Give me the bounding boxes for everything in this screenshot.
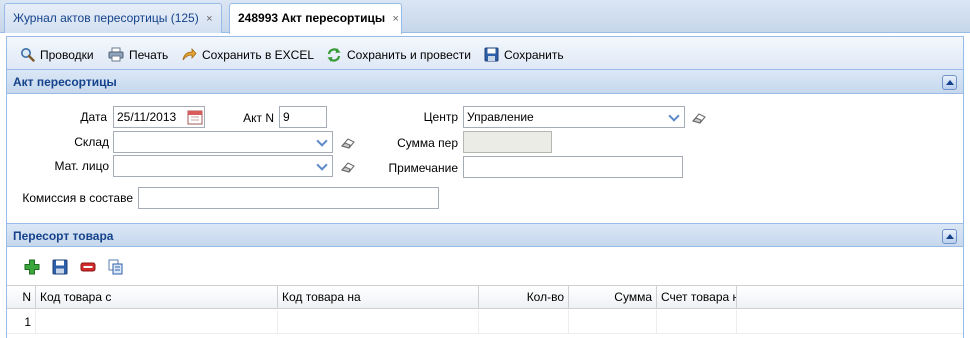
tab-label: Журнал актов пересортицы (125) <box>13 11 199 25</box>
refresh-green-icon <box>327 47 341 62</box>
delete-minus-icon[interactable] <box>80 259 96 275</box>
goods-grid-toolbar <box>7 249 963 285</box>
calendar-icon[interactable] <box>187 109 203 125</box>
cell-sum[interactable] <box>569 310 657 334</box>
close-icon[interactable]: × <box>206 13 212 25</box>
collapse-up-icon[interactable] <box>942 229 957 244</box>
add-plus-icon[interactable] <box>24 259 40 275</box>
act-section-title: Акт пересортицы <box>13 75 117 89</box>
tab-act-248993[interactable]: 248993 Акт пересортицы × <box>229 3 402 34</box>
tab-label: 248993 Акт пересортицы <box>238 11 386 25</box>
cell-n: 1 <box>7 310 36 334</box>
warehouse-label: Склад <box>74 135 109 149</box>
print-button[interactable]: Печать <box>108 46 168 63</box>
save-button[interactable]: Сохранить <box>484 46 564 63</box>
date-label: Дата <box>80 110 107 124</box>
main-panel: Проводки Печать Сохранить в EXCEL Сохран… <box>6 36 964 338</box>
sum-field <box>463 131 552 153</box>
sum-label: Сумма пер <box>397 136 458 150</box>
act-form: Дата Акт N Центр Управление Склад <box>7 95 963 223</box>
floppy-disk-icon <box>484 47 499 62</box>
column-header-n[interactable]: N <box>7 286 36 309</box>
tab-strip: Журнал актов пересортицы (125) × 248993 … <box>0 0 970 34</box>
column-header-qty[interactable]: Кол-во <box>479 286 569 309</box>
eraser-icon[interactable] <box>340 135 356 151</box>
eraser-icon[interactable] <box>691 110 707 126</box>
collapse-up-icon[interactable] <box>942 75 957 90</box>
print-label: Печать <box>129 47 169 62</box>
magnifier-icon <box>21 48 35 62</box>
floppy-disk-icon[interactable] <box>52 259 68 275</box>
note-label: Примечание <box>388 161 458 175</box>
warehouse-select[interactable] <box>113 131 333 153</box>
cell-code-to[interactable] <box>278 310 479 334</box>
save-and-post-button[interactable]: Сохранить и провести <box>326 46 471 63</box>
note-field[interactable] <box>463 156 683 178</box>
save-excel-button[interactable]: Сохранить в EXCEL <box>181 46 314 63</box>
export-arrow-icon <box>182 47 197 61</box>
commission-field[interactable] <box>138 187 439 209</box>
center-select[interactable]: Управление <box>463 106 685 128</box>
act-number-label: Акт N <box>243 111 274 125</box>
copy-icon[interactable] <box>108 259 124 275</box>
printer-icon <box>108 47 124 62</box>
eraser-icon[interactable] <box>340 159 356 175</box>
act-section-header: Акт пересортицы <box>7 70 963 94</box>
column-header-account[interactable]: Счет товара н <box>657 286 737 309</box>
postings-button[interactable]: Проводки <box>20 46 94 63</box>
table-row[interactable]: 1 <box>7 310 963 334</box>
cell-account[interactable] <box>657 310 737 334</box>
goods-section-title: Пересорт товара <box>13 229 114 243</box>
close-icon[interactable]: × <box>392 13 398 25</box>
goods-grid-header: N Код товара с Код товара на Кол-во Сумм… <box>7 285 963 309</box>
act-number-field[interactable] <box>279 106 327 128</box>
postings-label: Проводки <box>40 47 94 62</box>
column-header-sum[interactable]: Сумма <box>569 286 657 309</box>
cell-qty[interactable] <box>479 310 569 334</box>
save-excel-label: Сохранить в EXCEL <box>202 47 315 62</box>
goods-section-header: Пересорт товара <box>7 223 963 247</box>
main-toolbar: Проводки Печать Сохранить в EXCEL Сохран… <box>7 37 963 70</box>
column-header-code-to[interactable]: Код товара на <box>278 286 479 309</box>
responsible-person-select[interactable] <box>113 155 333 177</box>
column-header-code-from[interactable]: Код товара с <box>36 286 278 309</box>
chevron-down-icon[interactable] <box>314 156 332 176</box>
responsible-person-label: Мат. лицо <box>54 159 110 173</box>
save-label: Сохранить <box>504 47 564 62</box>
cell-code-from[interactable] <box>36 310 278 334</box>
chevron-down-icon[interactable] <box>314 132 332 152</box>
center-value: Управление <box>467 110 534 124</box>
chevron-down-icon[interactable] <box>666 107 684 127</box>
commission-label: Комиссия в составе <box>22 191 133 205</box>
tab-acts-journal[interactable]: Журнал актов пересортицы (125) × <box>4 3 222 33</box>
center-label: Центр <box>423 110 458 124</box>
save-and-post-label: Сохранить и провести <box>347 47 471 62</box>
